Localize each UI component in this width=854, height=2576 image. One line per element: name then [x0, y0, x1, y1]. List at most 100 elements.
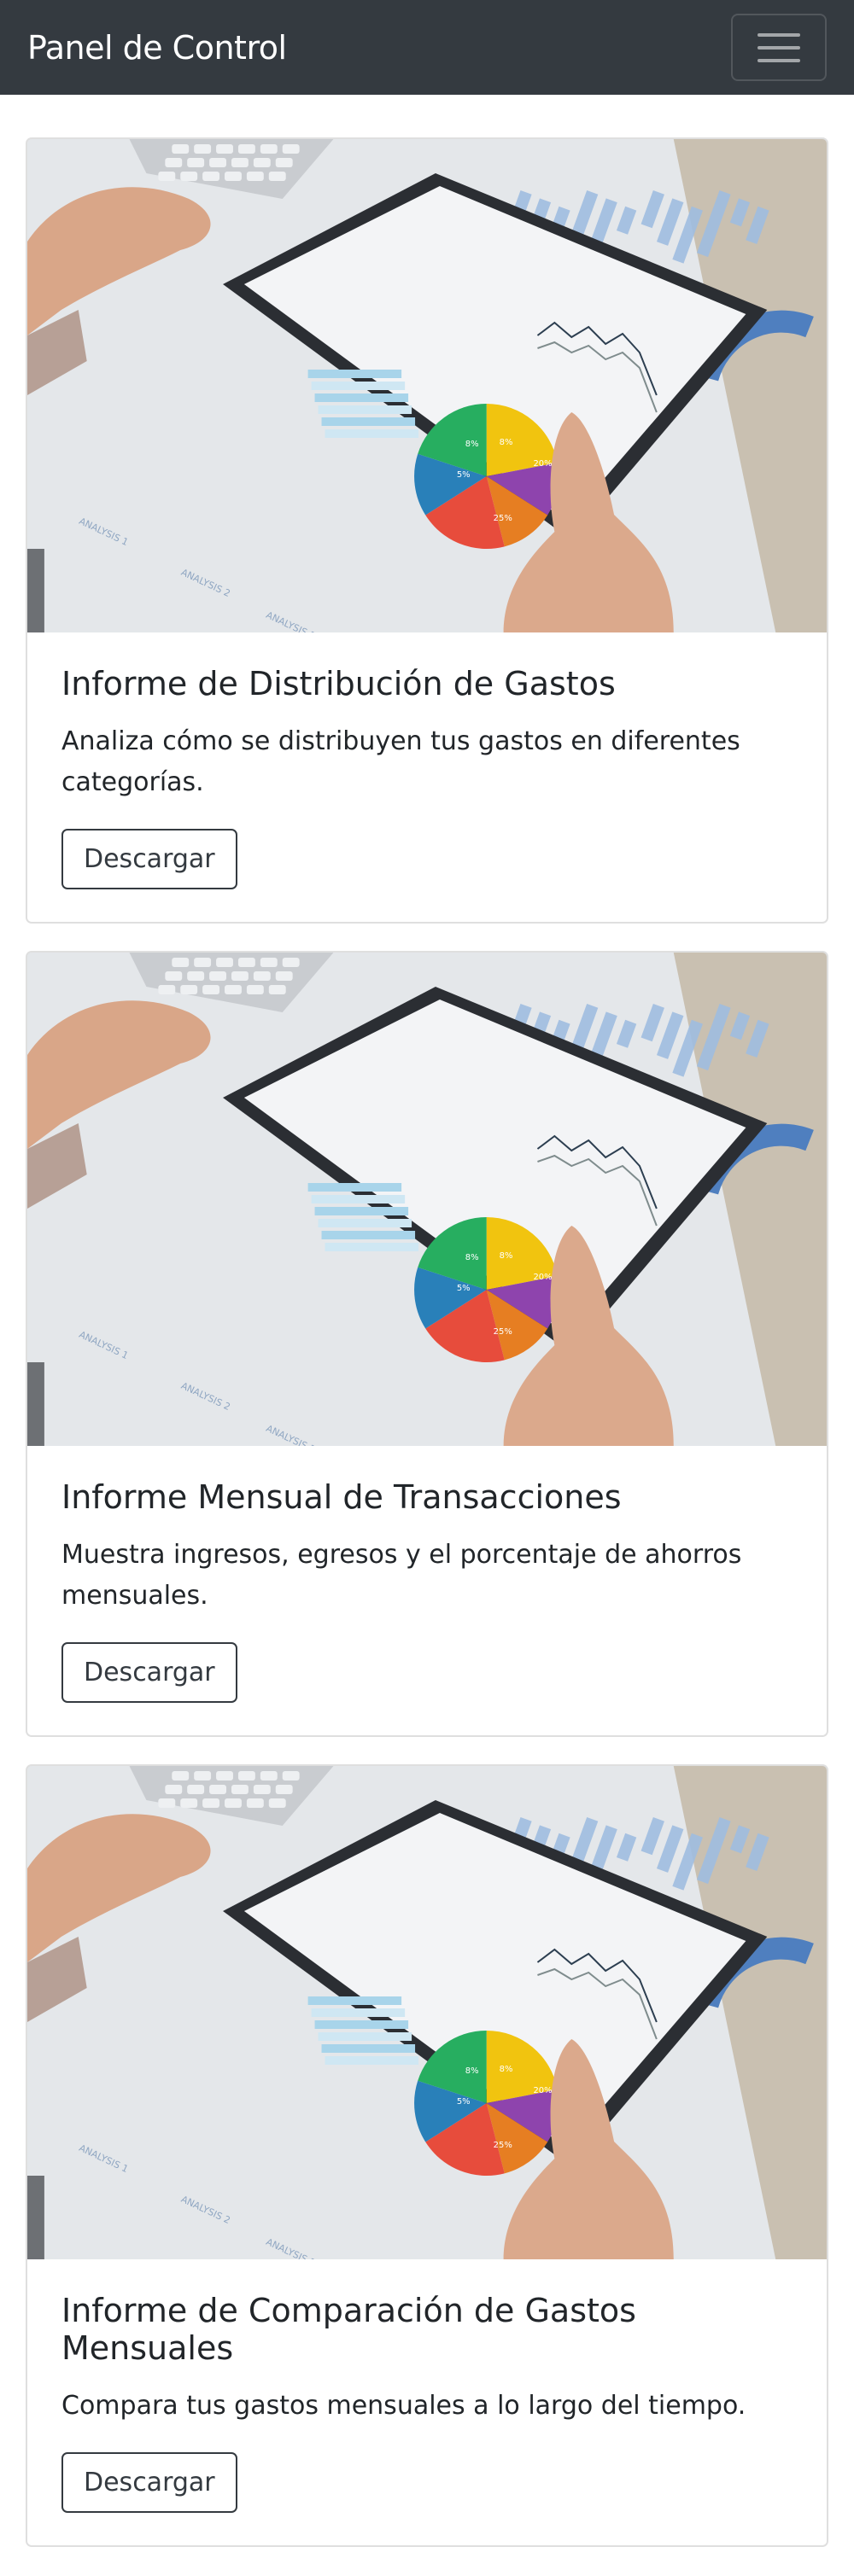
calculator-key — [253, 158, 271, 167]
calculator-key — [202, 985, 220, 994]
calculator-key — [209, 971, 227, 981]
navbar-brand[interactable]: Panel de Control — [27, 29, 287, 67]
calculator-key — [202, 1798, 220, 1808]
calculator-key — [187, 158, 205, 167]
tablet-table-row — [314, 2020, 409, 2029]
tablet-table-row — [321, 1231, 416, 1239]
pie-label: 20% — [533, 1273, 552, 1282]
navbar: Panel de Control — [0, 0, 854, 95]
tablet-table-row — [307, 1183, 402, 1192]
pie-label: 25% — [494, 1327, 512, 1337]
tablet-table-row — [325, 2056, 419, 2065]
pie-label: 8% — [500, 2065, 513, 2074]
tablet-table-row — [321, 417, 416, 426]
calculator-key — [260, 144, 278, 154]
tablet-table-row — [325, 429, 419, 438]
tablet-table-row — [325, 1243, 419, 1251]
calculator-key — [260, 1771, 278, 1780]
download-button[interactable]: Descargar — [61, 2452, 237, 2513]
tablet-table-row — [321, 2044, 416, 2053]
report-image: 8% 8%20%5%25%ANALYSIS 1ANALYSIS 2ANALYSIS… — [27, 953, 827, 1446]
calculator-key — [246, 1798, 264, 1808]
pie-label: 5% — [457, 2097, 471, 2107]
card-body: Informe Mensual de Transacciones Muestra… — [27, 1446, 827, 1735]
calculator-key — [172, 1771, 190, 1780]
calculator-key — [237, 958, 255, 967]
report-card: 8% 8% 20% 5% 25% ANALYSIS 1 ANALYSIS 2 ANALYSIS… — [26, 951, 828, 1737]
report-card: 8% 8% 20% 5% 25% ANALYSIS 1 ANALYSIS 2 ANALYSIS… — [26, 137, 828, 924]
calculator-key — [158, 985, 176, 994]
calculator-key — [237, 1771, 255, 1780]
calculator-key — [268, 985, 286, 994]
calculator-key — [194, 144, 212, 154]
tablet-table-row — [307, 370, 402, 378]
card-body: Informe de Comparación de Gastos Mensual… — [27, 2259, 827, 2545]
desk-shadow — [27, 1362, 44, 1446]
calculator-key — [209, 158, 227, 167]
calculator-key — [237, 144, 255, 154]
calculator-key — [172, 144, 190, 154]
card-title: Informe de Distribución de Gastos — [61, 665, 616, 702]
pie-label: 8% — [500, 1251, 513, 1261]
calculator-key — [282, 1771, 300, 1780]
hamburger-menu-icon — [757, 32, 800, 37]
pie-label: 25% — [494, 2141, 512, 2150]
calculator-key — [253, 971, 271, 981]
calculator-key — [225, 985, 242, 994]
calculator-key — [180, 172, 198, 181]
calculator-key — [216, 958, 233, 967]
report-list: 8% 8% 20% 5% 25% ANALYSIS 1 ANALYSIS 2 ANALYSIS… — [0, 95, 854, 2547]
card-title: Informe de Comparación de Gastos Mensual… — [61, 2292, 636, 2367]
tablet-table-row — [307, 1996, 402, 2005]
calculator-key — [187, 1785, 205, 1794]
calculator-key — [225, 1798, 242, 1808]
tablet-table-row — [318, 405, 412, 414]
download-button[interactable]: Descargar — [61, 829, 237, 889]
report-card: 8% 8% 20% 5% 25% ANALYSIS 1 ANALYSIS 2 ANALYSIS… — [26, 1764, 828, 2547]
pie-label: 8% — [465, 1253, 479, 1262]
tablet-table-row — [314, 1207, 409, 1215]
calculator-key — [180, 985, 198, 994]
calculator-key — [194, 958, 212, 967]
calculator-key — [216, 144, 233, 154]
card-text: Muestra ingresos, egresos y el porcentaj… — [61, 1540, 742, 1611]
pie-label: 5% — [457, 470, 471, 480]
card-text: Compara tus gastos mensuales a lo largo … — [61, 2391, 746, 2421]
pie-label: 25% — [494, 514, 512, 523]
tablet-table-row — [311, 382, 406, 390]
calculator-key — [268, 172, 286, 181]
calculator-key — [216, 1771, 233, 1780]
tablet-table-row — [314, 393, 409, 402]
desk-shadow — [27, 549, 44, 632]
calculator-key — [194, 1771, 212, 1780]
tablet-table-row — [311, 1195, 406, 1203]
pie-label: 8% — [465, 440, 479, 449]
calculator-key — [275, 971, 293, 981]
calculator-key — [253, 1785, 271, 1794]
pie-label: 8% — [500, 438, 513, 447]
calculator-key — [231, 971, 249, 981]
calculator-key — [158, 172, 176, 181]
calculator-key — [209, 1785, 227, 1794]
navbar-toggle-button[interactable] — [731, 14, 827, 81]
calculator-key — [260, 958, 278, 967]
card-text: Analiza cómo se distribuyen tus gastos e… — [61, 726, 740, 797]
calculator-key — [202, 172, 220, 181]
calculator-key — [180, 1798, 198, 1808]
card-body: Informe de Distribución de Gastos Analiz… — [27, 632, 827, 922]
calculator-key — [246, 172, 264, 181]
download-button[interactable]: Descargar — [61, 1642, 237, 1703]
calculator-key — [165, 1785, 183, 1794]
report-image: 8% 8%20%5%25%ANALYSIS 1ANALYSIS 2ANALYSIS… — [27, 1766, 827, 2259]
calculator-key — [187, 971, 205, 981]
calculator-key — [165, 971, 183, 981]
calculator-key — [231, 158, 249, 167]
calculator-key — [246, 985, 264, 994]
calculator-key — [275, 158, 293, 167]
pie-label: 8% — [465, 2066, 479, 2076]
calculator-key — [282, 144, 300, 154]
pie-label: 20% — [533, 2086, 552, 2095]
pie-label: 5% — [457, 1284, 471, 1293]
calculator-key — [225, 172, 242, 181]
tablet-table-row — [318, 1219, 412, 1227]
